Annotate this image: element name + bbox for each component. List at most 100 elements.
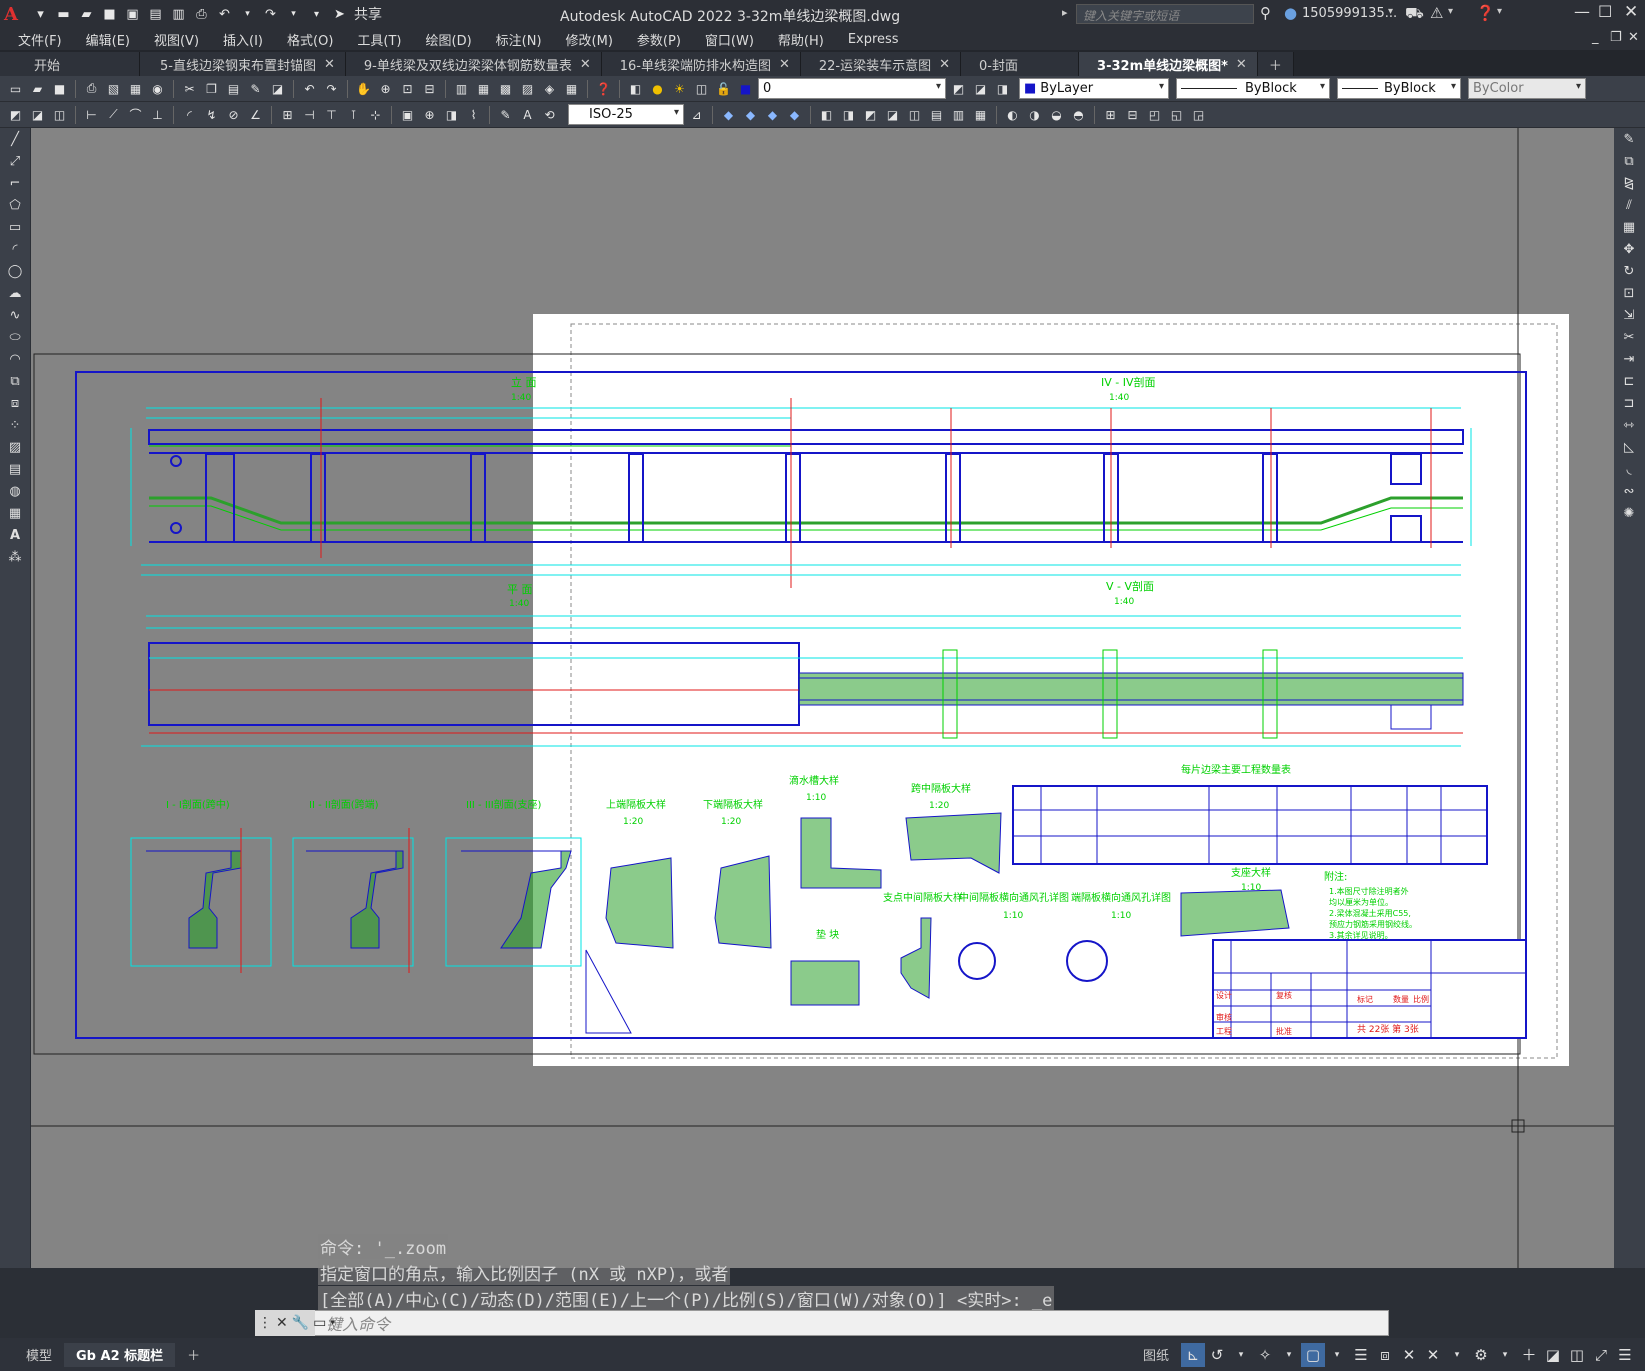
view-2-icon[interactable]: ◆ <box>741 105 760 124</box>
make-current-layer-icon[interactable]: ◩ <box>949 79 968 98</box>
arc-icon[interactable]: ◜ <box>0 238 30 260</box>
user-dropdown-icon[interactable]: ▾ <box>1388 6 1393 17</box>
layer-properties-icon[interactable]: ◧ <box>626 79 645 98</box>
array-icon[interactable]: ▦ <box>1614 216 1644 238</box>
erase-icon[interactable]: ✎ <box>1614 128 1644 150</box>
close-button[interactable]: ✕ <box>1624 2 1638 22</box>
shade-2-icon[interactable]: ◑ <box>1025 105 1044 124</box>
close-icon[interactable]: ✕ <box>276 1315 288 1331</box>
save-icon[interactable]: ■ <box>101 6 118 23</box>
workspace-icon[interactable]: ⚙ <box>1469 1343 1493 1367</box>
chevron-down-icon[interactable]: ▾ <box>330 1318 335 1328</box>
match-props-icon[interactable]: ✎ <box>246 79 265 98</box>
3d-dwf-icon[interactable]: ◉ <box>148 79 167 98</box>
customize-icon[interactable]: 🔧 <box>292 1315 309 1331</box>
diameter-dim-icon[interactable]: ⊘ <box>224 105 243 124</box>
customize-qa-icon[interactable]: ▾ <box>308 6 325 23</box>
dim-update-icon[interactable]: ⟲ <box>540 105 559 124</box>
add-layout-button[interactable]: ＋ <box>175 1343 212 1367</box>
share-icon[interactable]: ➤ <box>331 6 348 23</box>
shade-3-icon[interactable]: ◒ <box>1047 105 1066 124</box>
recent-commands-icon[interactable]: ▭ <box>313 1315 326 1331</box>
tool-2-icon[interactable]: ◪ <box>28 105 47 124</box>
copy-object-icon[interactable]: ⧉ <box>1614 150 1644 172</box>
ucs-3-icon[interactable]: ◰ <box>1145 105 1164 124</box>
tab-doc-5[interactable]: 5-直线边梁钢束布置封锚图 ✕ <box>140 52 346 76</box>
close-icon[interactable]: ✕ <box>779 57 790 72</box>
explode-icon[interactable]: ✺ <box>1614 502 1644 524</box>
layer-on-icon[interactable]: ● <box>648 79 667 98</box>
minimize-button[interactable]: — <box>1574 2 1590 21</box>
grid-icon[interactable]: ⊾ <box>1181 1342 1205 1367</box>
stretch-icon[interactable]: ⇲ <box>1614 304 1644 326</box>
open-folder-icon[interactable]: ▰ <box>78 6 95 23</box>
view-5-icon[interactable]: ◧ <box>817 105 836 124</box>
menu-format[interactable]: 格式(O) <box>275 30 345 49</box>
view-7-icon[interactable]: ◩ <box>861 105 880 124</box>
dimstyle-dropdown[interactable]: ISO-25 ▾ <box>568 104 684 125</box>
quickcalc-icon[interactable]: ▦ <box>562 79 581 98</box>
open-icon[interactable]: ▰ <box>28 79 47 98</box>
annotation-visibility-icon[interactable]: ✕ <box>1397 1343 1421 1367</box>
view-12-icon[interactable]: ▦ <box>971 105 990 124</box>
ellipse-arc-icon[interactable]: ◠ <box>0 348 30 370</box>
app-menu-arrow-icon[interactable]: ▾ <box>32 6 49 23</box>
polyline-icon[interactable]: ⌐ <box>0 172 30 194</box>
grip-icon[interactable]: ⋮ <box>258 1315 272 1331</box>
ucs-4-icon[interactable]: ◱ <box>1167 105 1186 124</box>
preview-icon[interactable]: ▧ <box>104 79 123 98</box>
dim-text-edit-icon[interactable]: A <box>518 105 537 124</box>
lineweight-icon[interactable]: ☰ <box>1349 1343 1373 1367</box>
properties-icon[interactable]: ▥ <box>452 79 471 98</box>
help-icon[interactable]: ❓ <box>594 79 613 98</box>
redo-dropdown-icon[interactable]: ▾ <box>285 6 302 23</box>
jogged-linear-icon[interactable]: ⌇ <box>464 105 483 124</box>
join-icon[interactable]: ⇿ <box>1614 414 1644 436</box>
layer-lock-icon[interactable]: 🔓 <box>714 79 733 98</box>
polygon-icon[interactable]: ⬠ <box>0 194 30 216</box>
chamfer-icon[interactable]: ◺ <box>1614 436 1644 458</box>
plot-icon[interactable]: ▥ <box>170 6 187 23</box>
layer-dropdown[interactable]: 0 ▾ <box>758 78 946 99</box>
gradient-icon[interactable]: ▤ <box>0 458 30 480</box>
search-icon[interactable]: ⚲ <box>1260 4 1271 22</box>
ucs-1-icon[interactable]: ⊞ <box>1101 105 1120 124</box>
linear-dim-icon[interactable]: ⊢ <box>82 105 101 124</box>
selection-cycling-icon[interactable]: ⧈ <box>1373 1343 1397 1367</box>
blend-icon[interactable]: ∾ <box>1614 480 1644 502</box>
tab-doc-3-active[interactable]: 3-32m单线边梁概图* ✕ <box>1079 52 1258 76</box>
paper-space-toggle[interactable]: 图纸 <box>1131 1343 1181 1367</box>
arc-length-icon[interactable]: ⌒ <box>126 105 145 124</box>
tool-1-icon[interactable]: ◩ <box>6 105 25 124</box>
ordinate-dim-icon[interactable]: ⊥ <box>148 105 167 124</box>
doc-close-button[interactable]: ✕ <box>1628 30 1639 45</box>
center-mark-icon[interactable]: ⊕ <box>420 105 439 124</box>
lineweight-dropdown[interactable]: ByBlock ▾ <box>1337 78 1461 99</box>
help-dropdown-icon[interactable]: ▾ <box>1497 6 1502 17</box>
mtext-icon[interactable]: A <box>0 524 30 546</box>
ucs-2-icon[interactable]: ⊟ <box>1123 105 1142 124</box>
tab-doc-0[interactable]: 0-封面 <box>961 52 1080 76</box>
layer-viewport-icon[interactable]: ◫ <box>692 79 711 98</box>
menu-help[interactable]: 帮助(H) <box>766 30 836 49</box>
cart-icon[interactable]: ⛟ <box>1405 4 1424 24</box>
search-input[interactable]: 键入关键字或短语 <box>1076 4 1254 24</box>
insert-block-icon[interactable]: ⧉ <box>0 370 30 392</box>
point-icon[interactable]: ⁘ <box>0 414 30 436</box>
graphics-perf-icon[interactable]: ◫ <box>1565 1343 1589 1367</box>
undo-icon[interactable]: ↶ <box>300 79 319 98</box>
design-center-icon[interactable]: ▦ <box>474 79 493 98</box>
break-icon[interactable]: ⊐ <box>1614 392 1644 414</box>
plotstyle-dropdown[interactable]: ByColor ▾ <box>1468 78 1586 99</box>
redo-icon[interactable]: ↷ <box>262 6 279 23</box>
isolate-objects-icon[interactable]: ◪ <box>1541 1343 1565 1367</box>
menu-insert[interactable]: 插入(I) <box>211 30 275 49</box>
help-icon[interactable]: ❓ <box>1476 4 1495 22</box>
zoom-previous-icon[interactable]: ⊟ <box>420 79 439 98</box>
layer-freeze-icon[interactable]: ☀ <box>670 79 689 98</box>
layer-previous-icon[interactable]: ◪ <box>971 79 990 98</box>
save-icon[interactable]: ■ <box>50 79 69 98</box>
view-4-icon[interactable]: ◆ <box>785 105 804 124</box>
tool-palettes-icon[interactable]: ▩ <box>496 79 515 98</box>
clean-screen-icon[interactable]: ⤢ <box>1589 1343 1613 1367</box>
